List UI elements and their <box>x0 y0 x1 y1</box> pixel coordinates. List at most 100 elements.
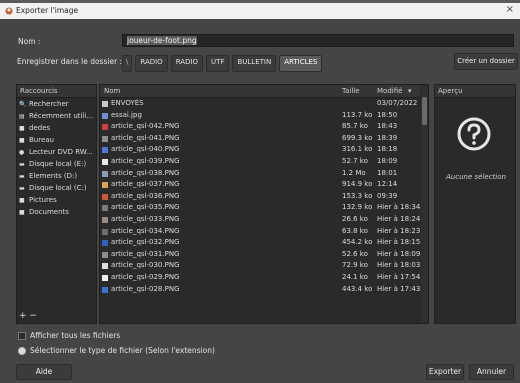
file-row[interactable]: article_qsl-042.PNG 85.7 ko 18:43 <box>100 121 422 133</box>
select-file-type-expander[interactable]: Sélectionner le type de fichier (Selon l… <box>18 346 215 355</box>
no-selection-text: Aucune sélection <box>446 173 506 181</box>
add-remove-bookmark[interactable]: + − <box>19 311 37 321</box>
file-row[interactable]: article_qsl-036.PNG 153.3 ko 09:39 <box>100 191 422 203</box>
file-name: article_qsl-034.PNG <box>111 226 180 235</box>
file-size: 443.4 ko <box>342 284 373 293</box>
place-item[interactable]: ▬ Disque local (C:) <box>17 182 96 194</box>
file-modified: 03/07/2022 <box>377 99 418 107</box>
file-size: 113.7 ko <box>342 110 373 119</box>
place-label: Pictures <box>29 196 57 204</box>
folder-icon: ■ <box>19 125 25 132</box>
gimp-icon <box>5 7 13 15</box>
scroll-thumb[interactable] <box>422 97 427 125</box>
file-row[interactable]: ENVOYÉS 03/07/2022 <box>100 98 422 110</box>
file-row[interactable]: article_qsl-037.PNG 914.9 ko 12:14 <box>100 179 422 191</box>
place-label: Lecteur DVD RW... <box>29 148 93 156</box>
checkbox-box[interactable] <box>18 331 26 340</box>
file-size: 699.3 ko <box>342 133 373 142</box>
file-row[interactable]: article_qsl-029.PNG 24.1 ko Hier à 17:54 <box>100 272 422 284</box>
place-item[interactable]: ▬ Disque local (E:) <box>17 158 96 170</box>
file-row[interactable]: article_qsl-033.PNG 26.6 ko Hier à 18:24 <box>100 214 422 226</box>
crumb-articles[interactable]: ARTICLES <box>279 55 323 72</box>
help-button[interactable]: Aide <box>16 364 72 380</box>
file-modified: Hier à 17:43 <box>377 284 421 293</box>
crumb-radio-2[interactable]: RADIO <box>170 55 204 72</box>
file-modified: Hier à 18:15 <box>377 238 421 247</box>
file-list: Nom Taille Modifié ▾ ENVOYÉS 03/07/2022 es… <box>99 84 429 324</box>
place-item[interactable]: ■ Pictures <box>17 194 96 206</box>
filename-input[interactable]: joueur-de-foot.png <box>122 34 514 47</box>
column-modified[interactable]: Modifié <box>377 85 402 97</box>
file-name: article_qsl-029.PNG <box>111 273 180 281</box>
crumb-utf[interactable]: UTF <box>206 55 230 72</box>
image-file-icon <box>102 228 108 235</box>
file-size: 914.9 ko <box>342 180 373 189</box>
show-all-label: Afficher tous les fichiers <box>30 331 121 340</box>
file-size: 24.1 ko <box>342 273 368 281</box>
image-file-icon <box>102 286 108 293</box>
places-list: 🔍 Rechercher ▤ Récemment utili... ■ dedes ■ Bur… <box>17 98 96 218</box>
folder-label: Enregistrer dans le dossier : <box>17 57 123 66</box>
file-row[interactable]: article_qsl-041.PNG 699.3 ko 18:39 <box>100 133 422 145</box>
image-file-icon <box>102 170 108 177</box>
column-size[interactable]: Taille <box>342 85 360 97</box>
file-row[interactable]: article_qsl-040.PNG 316.1 ko 18:18 <box>100 144 422 156</box>
file-name: ENVOYÉS <box>111 99 144 107</box>
file-modified: 18:43 <box>377 122 398 131</box>
file-name: article_qsl-032.PNG <box>111 238 180 247</box>
place-item[interactable]: ● Lecteur DVD RW... <box>17 146 96 158</box>
file-size: 72.9 ko <box>342 261 368 270</box>
folder-icon: ■ <box>19 209 25 216</box>
file-row[interactable]: article_qsl-028.PNG 443.4 ko Hier à 17:43 <box>100 284 422 296</box>
expander-toggle[interactable] <box>18 346 26 355</box>
file-size: 153.3 ko <box>342 191 373 200</box>
file-modified: Hier à 18:03 <box>377 261 421 270</box>
place-label: Rechercher <box>29 100 69 108</box>
create-folder-button[interactable]: Créer un dossier <box>454 53 518 70</box>
preview-panel: Aperçu Aucune sélection <box>434 84 516 324</box>
file-size: 316.1 ko <box>342 145 373 154</box>
image-file-icon <box>102 147 108 154</box>
file-row[interactable]: article_qsl-030.PNG 72.9 ko Hier à 18:03 <box>100 260 422 272</box>
file-row[interactable]: article_qsl-034.PNG 63.8 ko Hier à 18:23 <box>100 226 422 238</box>
file-size: 26.6 ko <box>342 215 368 223</box>
file-name: article_qsl-042.PNG <box>111 122 180 131</box>
file-row[interactable]: article_qsl-038.PNG 1.2 Mo 18:01 <box>100 168 422 180</box>
export-button[interactable]: Exporter <box>426 364 464 380</box>
question-icon <box>457 117 491 151</box>
place-item[interactable]: ▤ Récemment utili... <box>17 110 96 122</box>
file-modified: 18:50 <box>377 110 398 119</box>
places-header[interactable]: Raccourcis <box>17 85 96 98</box>
file-size: 63.8 ko <box>342 226 368 235</box>
show-all-files-checkbox[interactable]: Afficher tous les fichiers <box>18 331 120 340</box>
image-file-icon <box>102 240 108 247</box>
place-item[interactable]: ■ Bureau <box>17 134 96 146</box>
file-name: article_qsl-038.PNG <box>111 168 180 177</box>
file-list-header: Nom Taille Modifié ▾ <box>100 85 420 98</box>
file-row[interactable]: article_qsl-031.PNG 52.6 ko Hier à 18:09 <box>100 249 422 261</box>
place-item[interactable]: ■ Documents <box>17 206 96 218</box>
file-row[interactable]: article_qsl-039.PNG 52.7 ko 18:09 <box>100 156 422 168</box>
drive-icon: ▬ <box>19 173 25 180</box>
file-row[interactable]: article_qsl-035.PNG 132.9 ko Hier à 18:34 <box>100 202 422 214</box>
file-row[interactable]: article_qsl-032.PNG 454.2 ko Hier à 18:15 <box>100 237 422 249</box>
crumb-radio-1[interactable]: RADIO <box>135 55 168 72</box>
sort-chevron-icon[interactable]: ▾ <box>408 85 412 97</box>
crumb-root[interactable]: \ <box>122 55 133 72</box>
file-row[interactable]: essai.jpg 113.7 ko 18:50 <box>100 110 422 122</box>
place-label: Récemment utili... <box>29 112 94 120</box>
place-label: Bureau <box>29 136 54 144</box>
image-file-icon <box>102 124 108 131</box>
cancel-button[interactable]: Annuler <box>469 364 514 380</box>
file-modified: 12:14 <box>377 180 398 189</box>
column-name[interactable]: Nom <box>104 85 120 97</box>
place-item[interactable]: ▬ Elements (D:) <box>17 170 96 182</box>
crumb-bulletin[interactable]: BULLETIN <box>232 55 277 72</box>
close-icon[interactable]: × <box>506 4 514 15</box>
image-file-icon <box>102 205 108 212</box>
file-name: essai.jpg <box>111 110 142 119</box>
place-item[interactable]: ■ dedes <box>17 122 96 134</box>
image-file-icon <box>102 263 108 270</box>
place-label: Elements (D:) <box>29 172 78 180</box>
place-item[interactable]: 🔍 Rechercher <box>17 98 96 110</box>
